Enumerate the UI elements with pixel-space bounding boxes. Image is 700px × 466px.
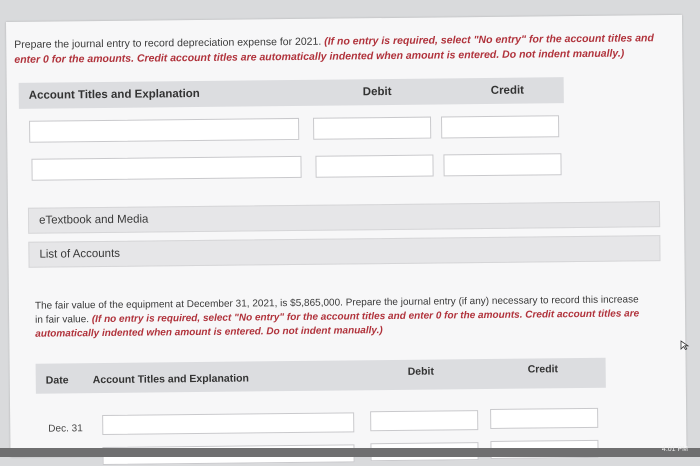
column-header-account: Account Titles and Explanation	[92, 372, 249, 387]
account-title-input-row2[interactable]	[31, 155, 302, 181]
etextbook-media-label: eTextbook and Media	[39, 213, 149, 227]
column-header-debit: Debit	[362, 85, 392, 99]
etextbook-media-link[interactable]: eTextbook and Media	[27, 201, 661, 234]
system-clock: 4:01 PM	[661, 446, 688, 453]
debit-input-t2-row1[interactable]	[370, 410, 479, 432]
column-header-debit: Debit	[407, 365, 434, 378]
question-2-instructions: (If no entry is required, select "No ent…	[35, 308, 640, 340]
question-1-prompt: Prepare the journal entry to record depr…	[14, 31, 674, 68]
journal-table-2-header: Date Account Titles and Explanation Debi…	[35, 357, 606, 394]
list-of-accounts-link[interactable]: List of Accounts	[28, 235, 661, 268]
question-2-prompt: The fair value of the equipment at Decem…	[35, 293, 645, 341]
question-panel: Prepare the journal entry to record depr…	[6, 14, 687, 466]
question-1-text: Prepare the journal entry to record depr…	[14, 35, 325, 51]
credit-input-row1[interactable]	[441, 115, 560, 139]
column-header-account: Account Titles and Explanation	[28, 87, 200, 102]
taskbar	[0, 448, 700, 457]
column-header-credit: Credit	[527, 363, 559, 376]
debit-input-row2[interactable]	[315, 154, 434, 178]
account-title-input-t2-row1[interactable]	[102, 412, 355, 436]
debit-input-row1[interactable]	[313, 116, 432, 140]
journal-table-1-header: Account Titles and Explanation Debit Cre…	[18, 77, 564, 109]
credit-input-t2-row1[interactable]	[490, 407, 599, 429]
date-label-row1: Dec. 31	[48, 423, 83, 435]
column-header-credit: Credit	[490, 84, 525, 97]
list-of-accounts-label: List of Accounts	[39, 247, 121, 261]
credit-input-row2[interactable]	[443, 153, 562, 177]
account-title-input-row1[interactable]	[29, 117, 300, 143]
column-header-date: Date	[45, 374, 69, 387]
mouse-cursor-icon	[680, 340, 690, 350]
